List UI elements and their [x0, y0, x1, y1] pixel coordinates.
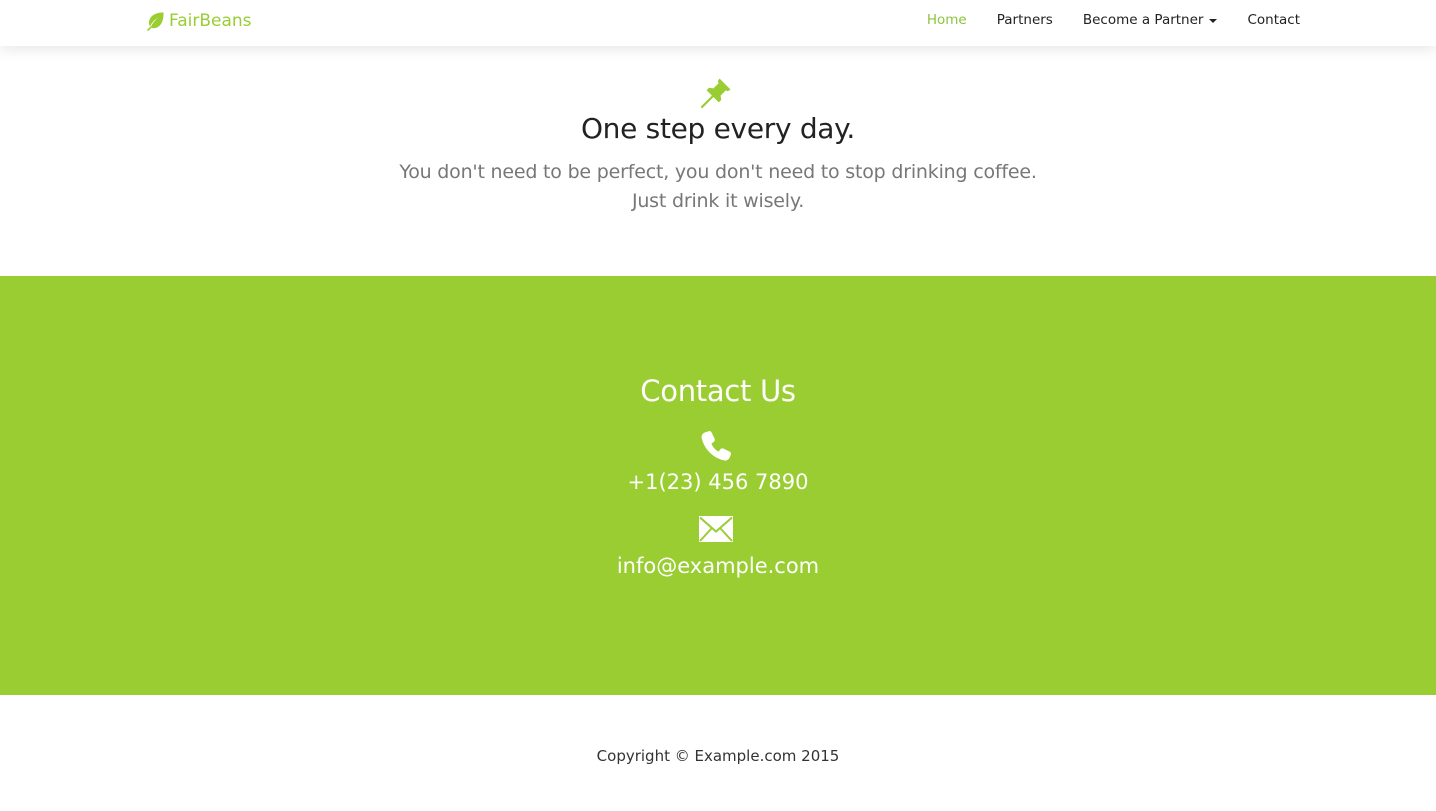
- contact-title: Contact Us: [640, 374, 796, 408]
- nav-item-become-partner[interactable]: Become a Partner: [1083, 12, 1218, 28]
- intro-title: One step every day.: [580, 112, 856, 145]
- pushpin-icon: [699, 76, 733, 110]
- brand-link[interactable]: FairBeans: [145, 9, 252, 33]
- copyright-text: Copyright © Example.com 2015: [596, 747, 840, 765]
- phone-number[interactable]: +1(23) 456 7890: [0, 470, 1436, 494]
- caret-down-icon: [1209, 18, 1218, 23]
- intro-subtitle-line-1: You don't need to be perfect, you don't …: [399, 161, 1037, 183]
- brand-name: FairBeans: [169, 11, 252, 31]
- nav-item-partners[interactable]: Partners: [997, 12, 1053, 28]
- nav-menu: Home Partners Become a Partner Contact: [897, 0, 1300, 40]
- navbar: FairBeans Home Partners Become a Partner…: [0, 0, 1436, 46]
- nav-item-home[interactable]: Home: [927, 12, 967, 28]
- intro-section: One step every day. You don't need to be…: [0, 46, 1436, 276]
- nav-item-become-partner-label: Become a Partner: [1082, 12, 1204, 28]
- leaf-icon: [145, 11, 165, 31]
- phone-icon: [699, 429, 733, 463]
- email-address[interactable]: info@example.com: [0, 554, 1436, 578]
- contact-section: Contact Us +1(23) 456 7890 info@example.…: [0, 276, 1436, 695]
- intro-subtitle-line-2: Just drink it wisely.: [631, 190, 805, 212]
- footer: Copyright © Example.com 2015: [0, 695, 1436, 811]
- envelope-icon: [698, 515, 734, 543]
- intro-subtitle: You don't need to be perfect, you don't …: [0, 158, 1436, 216]
- nav-item-contact[interactable]: Contact: [1247, 12, 1300, 28]
